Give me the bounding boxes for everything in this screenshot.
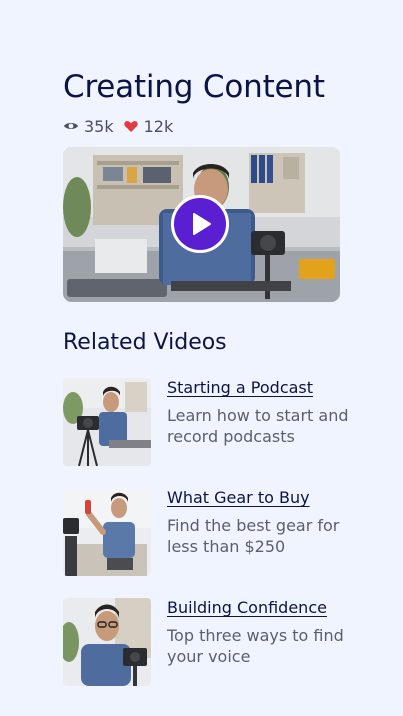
video-thumbnail[interactable] (63, 378, 151, 466)
video-description: Top three ways to find your voice (167, 626, 344, 666)
eye-icon (63, 118, 79, 134)
list-item: Building Confidence Top three ways to fi… (63, 598, 363, 686)
video-stats: 35k 12k (63, 116, 363, 136)
video-player[interactable] (63, 147, 340, 302)
likes-count: 12k (143, 116, 174, 136)
related-videos-heading: Related Videos (63, 330, 227, 355)
list-item: What Gear to Buy Find the best gear for … (63, 488, 363, 576)
views-stat: 35k (63, 117, 114, 136)
video-title-link[interactable]: Starting a Podcast (167, 378, 363, 398)
list-item-text: What Gear to Buy Find the best gear for … (167, 488, 363, 557)
video-description: Find the best gear for less than $250 (167, 516, 340, 556)
video-thumbnail[interactable] (63, 488, 151, 576)
play-button[interactable] (171, 195, 229, 253)
views-count: 35k (84, 116, 114, 136)
video-title-link[interactable]: What Gear to Buy (167, 488, 363, 508)
list-item-text: Starting a Podcast Learn how to start an… (167, 378, 363, 447)
content-page: Creating Content 35k 12k Related Videos … (63, 68, 363, 708)
list-item-text: Building Confidence Top three ways to fi… (167, 598, 363, 667)
video-description: Learn how to start and record podcasts (167, 406, 349, 446)
page-title: Creating Content (63, 69, 325, 105)
likes-stat: 12k (123, 116, 174, 136)
heart-icon (123, 118, 139, 134)
video-title-link[interactable]: Building Confidence (167, 598, 363, 618)
related-videos-list: Starting a Podcast Learn how to start an… (63, 378, 363, 686)
video-thumbnail[interactable] (63, 598, 151, 686)
list-item: Starting a Podcast Learn how to start an… (63, 378, 363, 466)
play-icon (193, 213, 211, 235)
